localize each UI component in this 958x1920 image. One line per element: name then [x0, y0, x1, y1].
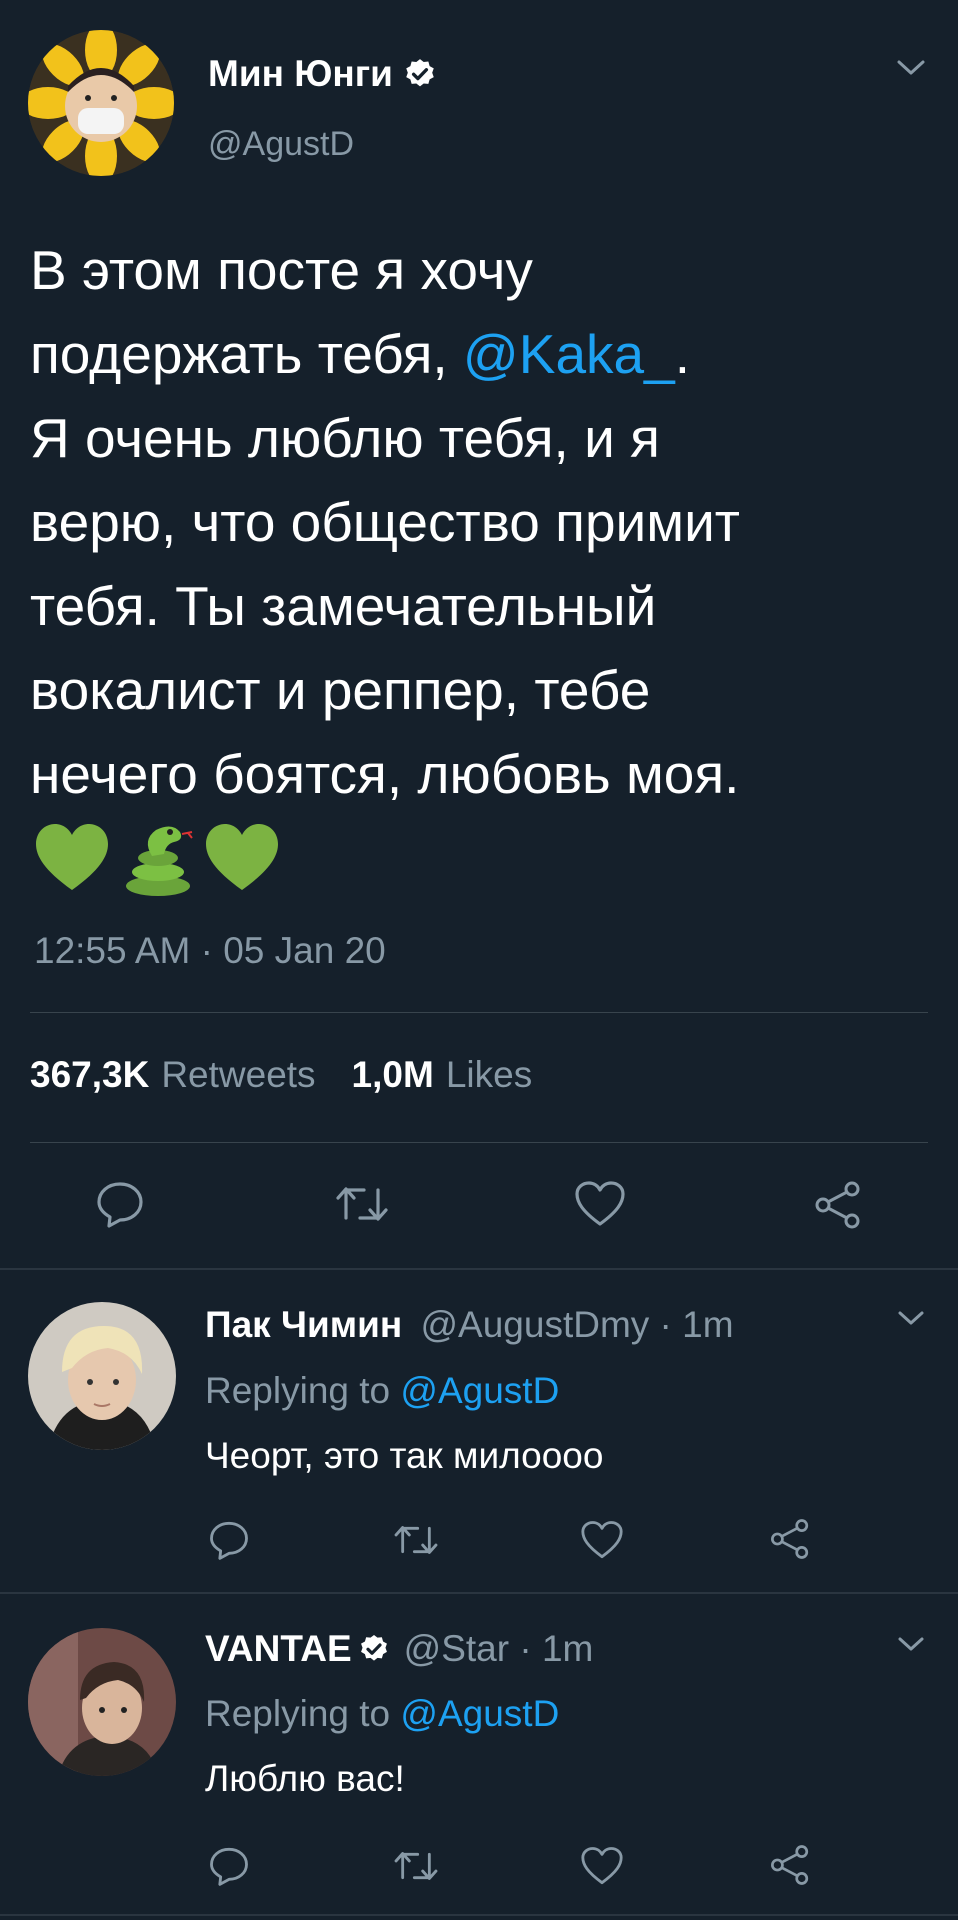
divider	[30, 1012, 928, 1013]
replying-to-link[interactable]: @AgustD	[400, 1693, 559, 1734]
tweet-line: подержать тебя, @Kaka_.	[30, 323, 690, 385]
section-divider	[0, 1592, 958, 1594]
chevron-down-icon[interactable]	[897, 1310, 925, 1328]
replying-to: Replying to @AgustD	[205, 1693, 560, 1734]
share-icon[interactable]	[768, 1844, 812, 1886]
verified-icon	[403, 57, 437, 91]
retweet-icon[interactable]	[392, 1846, 440, 1886]
author-handle[interactable]: @AgustD	[208, 125, 354, 164]
retweet-icon[interactable]	[392, 1520, 440, 1560]
reply-icon[interactable]	[95, 1180, 145, 1228]
divider	[30, 1142, 928, 1143]
verified-icon	[358, 1633, 390, 1665]
reply-text: Чеорт, это так милоооо	[205, 1435, 604, 1476]
chevron-down-icon[interactable]	[896, 58, 926, 78]
tweet-line: Я очень люблю тебя, и я	[30, 407, 660, 469]
reply-icon[interactable]	[208, 1846, 250, 1886]
likes-count[interactable]: 1,0M	[352, 1054, 434, 1096]
mention-link[interactable]: @Kaka_	[463, 323, 675, 385]
reply-display-name[interactable]: VANTAE	[205, 1628, 352, 1670]
reply-icon[interactable]	[208, 1520, 250, 1560]
green-heart-icon	[206, 824, 278, 890]
tweet-line: В этом посте я хочу	[30, 239, 533, 301]
emoji-row	[34, 820, 284, 905]
tweet-timestamp[interactable]: 12:55 AM · 05 Jan 20	[34, 930, 386, 972]
tweet-line: тебя. Ты замечательный	[30, 575, 657, 637]
main-avatar[interactable]	[28, 30, 174, 176]
retweets-label[interactable]: Retweets	[161, 1054, 315, 1096]
reply-handle-time[interactable]: @Star · 1m	[404, 1628, 594, 1670]
likes-label[interactable]: Likes	[446, 1054, 532, 1096]
reply-header: VANTAE @Star · 1m	[205, 1628, 593, 1670]
retweets-count[interactable]: 367,3K	[30, 1054, 149, 1096]
tweet-line: верю, что общество примит	[30, 491, 740, 553]
tweet-line: вокалист и реппер, тебе	[30, 659, 651, 721]
reply-handle-time[interactable]: @AugustDmy · 1m	[420, 1304, 733, 1345]
like-icon[interactable]	[580, 1520, 624, 1560]
reply-header: Пак Чимин @AugustDmy · 1m	[205, 1304, 734, 1346]
green-heart-icon	[36, 824, 108, 890]
tweet-text: В этом посте я хочу подержать тебя, @Kak…	[30, 228, 940, 816]
author-name-row: Мин Юнги	[208, 52, 437, 96]
reply-avatar[interactable]	[28, 1628, 176, 1776]
share-icon[interactable]	[768, 1518, 812, 1560]
section-divider	[0, 1268, 958, 1270]
like-icon[interactable]	[574, 1180, 626, 1228]
reply-display-name[interactable]: Пак Чимин	[205, 1304, 402, 1345]
replying-to-link[interactable]: @AgustD	[400, 1370, 559, 1411]
engagement-stats: 367,3K Retweets 1,0M Likes	[30, 1054, 532, 1096]
chevron-down-icon[interactable]	[897, 1636, 925, 1654]
share-icon[interactable]	[812, 1180, 864, 1230]
reply-avatar[interactable]	[28, 1302, 176, 1450]
reply-text: Люблю вас!	[205, 1758, 405, 1799]
author-display-name[interactable]: Мин Юнги	[208, 53, 393, 95]
retweet-icon[interactable]	[334, 1180, 390, 1228]
snake-icon	[126, 826, 193, 896]
replying-to: Replying to @AgustD	[205, 1370, 560, 1411]
tweet-line: нечего боятся, любовь моя.	[30, 743, 740, 805]
section-divider	[0, 1914, 958, 1916]
like-icon[interactable]	[580, 1846, 624, 1886]
